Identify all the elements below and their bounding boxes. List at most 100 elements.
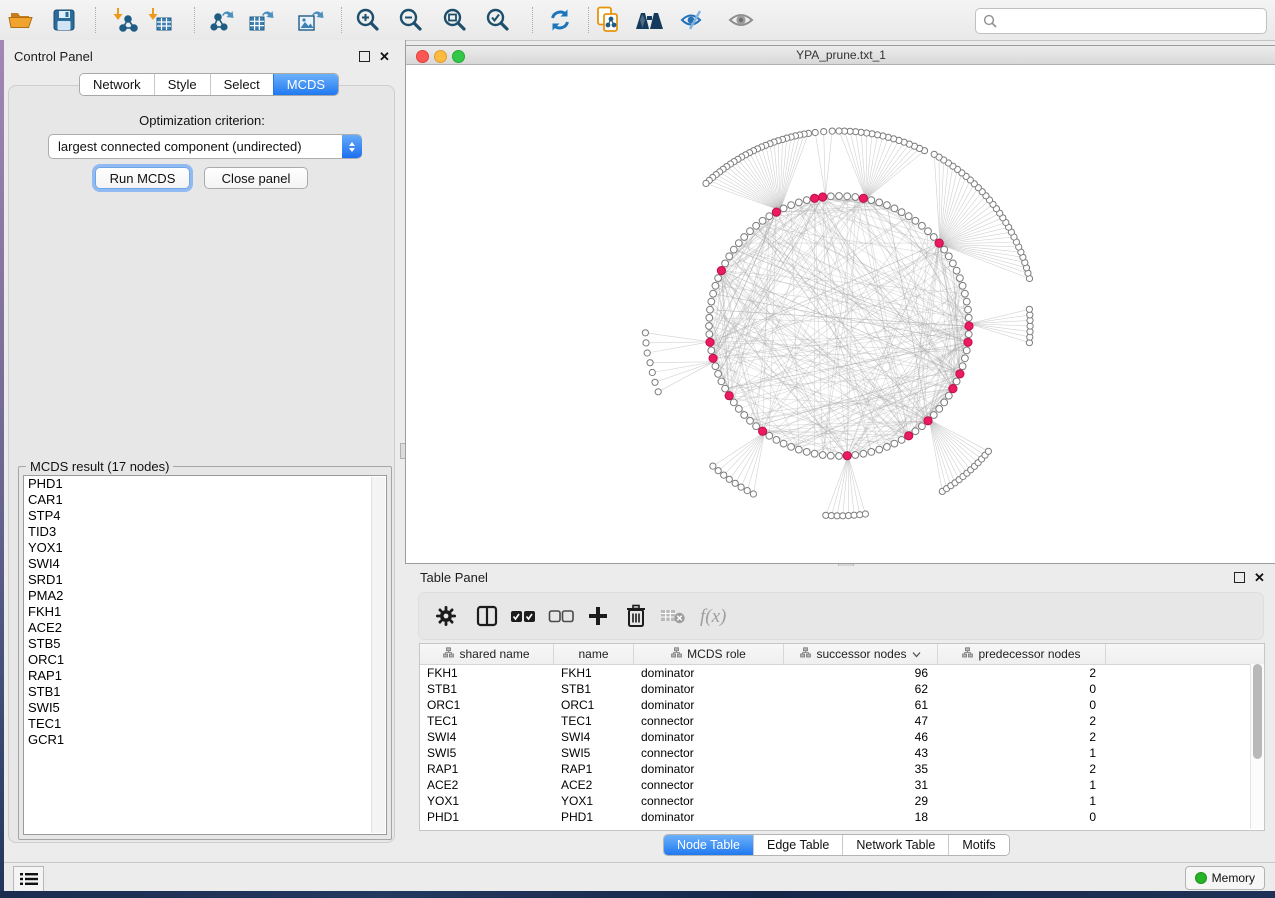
application-window: Control Panel ✕ NetworkStyleSelectMCDS O… [0, 0, 1275, 898]
zoom-in-icon[interactable] [353, 5, 383, 35]
mcds-result-item[interactable]: RAP1 [24, 668, 386, 684]
table-row[interactable]: SWI5SWI5connector431 [420, 745, 1264, 761]
table-row[interactable]: SWI4SWI4dominator462 [420, 729, 1264, 745]
mcds-result-item[interactable]: SRD1 [24, 572, 386, 588]
table-row[interactable]: STB1STB1dominator620 [420, 681, 1264, 697]
column-header-shared-name[interactable]: shared name [420, 644, 554, 664]
cell-name: STB1 [554, 681, 634, 697]
table-row[interactable]: FKH1FKH1dominator962 [420, 665, 1264, 681]
task-history-button[interactable] [13, 866, 44, 892]
clone-network-icon[interactable] [593, 5, 623, 35]
delete-table-icon[interactable] [658, 601, 688, 631]
dropdown-stepper-icon [342, 135, 362, 158]
mcds-result-item[interactable]: STB1 [24, 684, 386, 700]
column-header-successor-nodes[interactable]: successor nodes [784, 644, 938, 664]
toolbar-separator [341, 7, 342, 33]
mcds-result-item[interactable]: TID3 [24, 524, 386, 540]
close-panel-icon[interactable]: ✕ [379, 52, 390, 61]
table-row[interactable]: PHD1PHD1dominator180 [420, 809, 1264, 825]
toolbar-separator [532, 7, 533, 33]
sort-descending-icon [912, 647, 921, 661]
column-label: MCDS role [687, 647, 746, 661]
import-table-icon[interactable] [145, 5, 175, 35]
tab-motifs[interactable]: Motifs [948, 835, 1008, 855]
tab-network-table[interactable]: Network Table [842, 835, 948, 855]
network-window-titlebar[interactable]: YPA_prune.txt_1 [406, 46, 1275, 65]
save-session-icon[interactable] [49, 5, 79, 35]
mcds-result-item[interactable]: ORC1 [24, 652, 386, 668]
memory-label: Memory [1212, 871, 1255, 885]
cell-successor-nodes: 18 [784, 809, 938, 825]
tab-mcds[interactable]: MCDS [273, 74, 338, 95]
scrollbar-thumb[interactable] [1253, 664, 1262, 759]
mcds-result-item[interactable]: PHD1 [24, 476, 386, 492]
optimization-criterion-label: Optimization criterion: [4, 113, 400, 128]
close-panel-icon[interactable]: ✕ [1254, 573, 1265, 582]
table-row[interactable]: YOX1YOX1connector291 [420, 793, 1264, 809]
network-canvas[interactable] [406, 65, 1275, 563]
delete-column-icon[interactable] [621, 601, 651, 631]
export-network-icon[interactable] [208, 5, 238, 35]
import-network-icon[interactable] [110, 5, 140, 35]
show-graphics-details-icon[interactable] [726, 5, 756, 35]
memory-button[interactable]: Memory [1185, 866, 1265, 890]
unselect-all-columns-icon[interactable] [546, 601, 576, 631]
criterion-dropdown[interactable]: largest connected component (undirected) [48, 134, 362, 159]
close-panel-button[interactable]: Close panel [204, 167, 308, 189]
cell-name: ACE2 [554, 777, 634, 793]
mcds-result-item[interactable]: GCR1 [24, 732, 386, 748]
column-header-name[interactable]: name [554, 644, 634, 664]
column-header-predecessor-nodes[interactable]: predecessor nodes [938, 644, 1106, 664]
export-image-icon[interactable] [296, 5, 326, 35]
criterion-value: largest connected component (undirected) [49, 139, 342, 154]
tab-style[interactable]: Style [154, 74, 210, 95]
zoom-fit-icon[interactable] [440, 5, 470, 35]
table-row[interactable]: ACE2ACE2connector311 [420, 777, 1264, 793]
mcds-result-item[interactable]: SWI5 [24, 700, 386, 716]
mcds-result-item[interactable]: ACE2 [24, 620, 386, 636]
mcds-result-item[interactable]: FKH1 [24, 604, 386, 620]
search-input[interactable] [1001, 10, 1266, 32]
mcds-result-item[interactable]: STB5 [24, 636, 386, 652]
table-settings-icon[interactable] [431, 601, 461, 631]
show-column-panel-icon[interactable] [472, 601, 502, 631]
toolbar-separator [194, 7, 195, 33]
tab-edge-table[interactable]: Edge Table [753, 835, 842, 855]
select-all-columns-icon[interactable] [508, 601, 538, 631]
toolbar-separator [588, 7, 589, 33]
mcds-list-scrollbar[interactable] [371, 477, 385, 833]
search-box [975, 8, 1267, 34]
network-view-window: YPA_prune.txt_1 [405, 45, 1275, 564]
mcds-result-item[interactable]: STP4 [24, 508, 386, 524]
table-row[interactable]: RAP1RAP1dominator352 [420, 761, 1264, 777]
binoculars-icon[interactable] [635, 5, 665, 35]
export-table-icon[interactable] [247, 5, 277, 35]
tab-select[interactable]: Select [210, 74, 273, 95]
mcds-result-item[interactable]: YOX1 [24, 540, 386, 556]
column-type-icon [800, 647, 811, 661]
zoom-selected-icon[interactable] [483, 5, 513, 35]
run-mcds-button[interactable]: Run MCDS [95, 167, 190, 189]
table-row[interactable]: TEC1TEC1connector472 [420, 713, 1264, 729]
cell-name: SWI5 [554, 745, 634, 761]
float-panel-icon[interactable] [359, 51, 370, 62]
refresh-icon[interactable] [545, 5, 575, 35]
table-row[interactable]: ORC1ORC1dominator610 [420, 697, 1264, 713]
add-column-icon[interactable] [583, 601, 613, 631]
tab-node-table[interactable]: Node Table [664, 835, 753, 855]
hide-graphics-details-icon[interactable] [679, 5, 709, 35]
column-header-MCDS-role[interactable]: MCDS role [634, 644, 784, 664]
cell-shared-name: TEC1 [420, 713, 554, 729]
zoom-out-icon[interactable] [396, 5, 426, 35]
tab-network[interactable]: Network [80, 74, 154, 95]
cell-shared-name: ACE2 [420, 777, 554, 793]
mcds-result-item[interactable]: TEC1 [24, 716, 386, 732]
cell-MCDS-role: connector [634, 713, 784, 729]
open-session-icon[interactable] [6, 5, 36, 35]
mcds-result-item[interactable]: CAR1 [24, 492, 386, 508]
mcds-result-item[interactable]: PMA2 [24, 588, 386, 604]
float-panel-icon[interactable] [1234, 572, 1245, 583]
function-builder-icon[interactable]: f(x) [697, 601, 735, 631]
table-scrollbar[interactable] [1250, 664, 1264, 829]
mcds-result-item[interactable]: SWI4 [24, 556, 386, 572]
